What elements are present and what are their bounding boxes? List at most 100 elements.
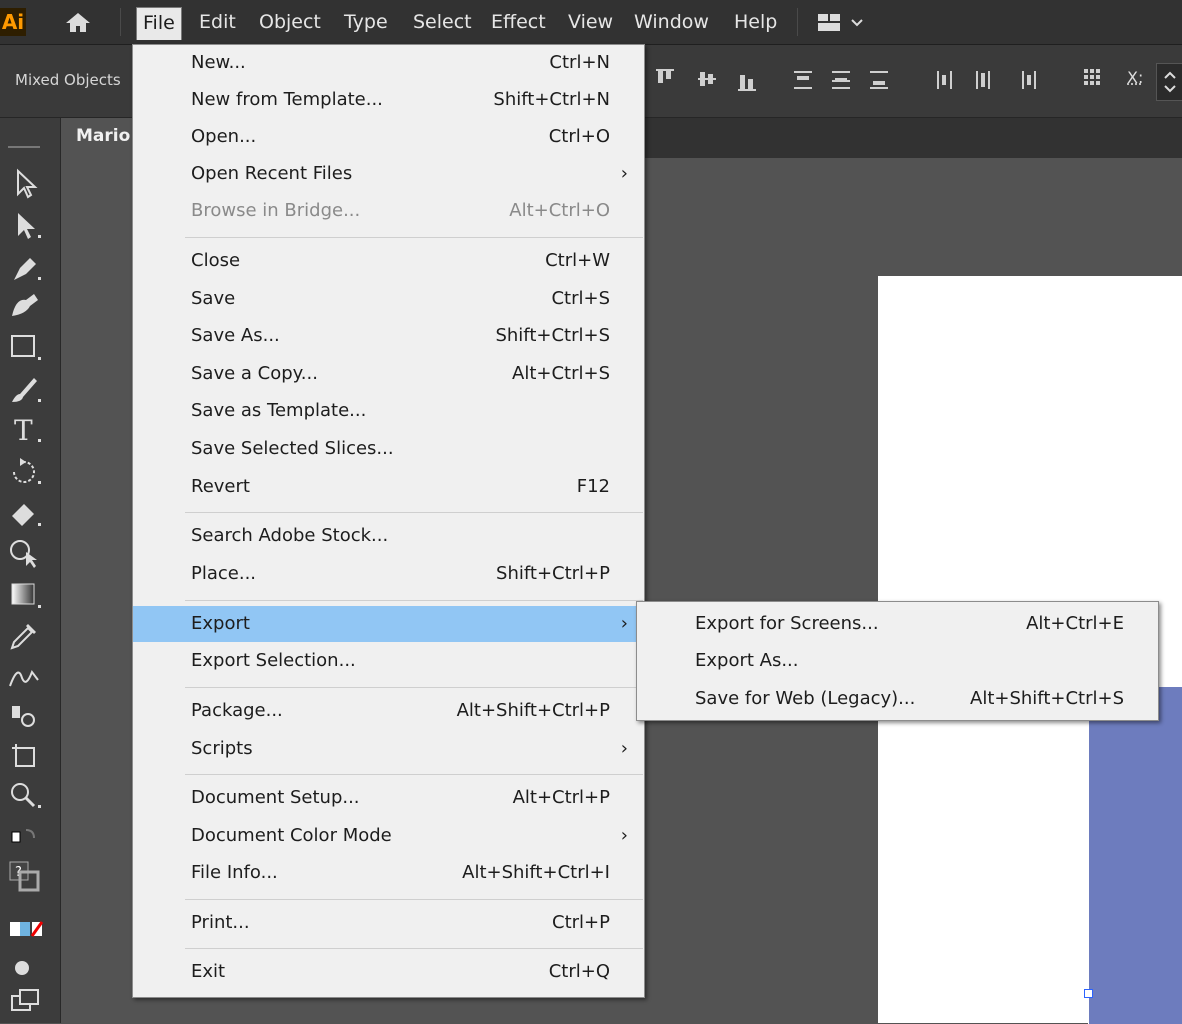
submenu-arrow-icon: › bbox=[620, 163, 628, 184]
submenu-arrow-icon: › bbox=[620, 613, 628, 634]
menu-item-revert[interactable]: Revert F12 bbox=[133, 469, 644, 505]
menu-item-save-selected-slices[interactable]: Save Selected Slices... bbox=[133, 431, 644, 467]
menu-separator bbox=[185, 774, 643, 775]
menu-item-label: Export As... bbox=[695, 650, 799, 671]
workspace-switcher-button[interactable] bbox=[812, 10, 878, 36]
menu-item-save[interactable]: Save Ctrl+S bbox=[133, 281, 644, 317]
menu-item-document-setup[interactable]: Document Setup... Alt+Ctrl+P bbox=[133, 780, 644, 816]
menu-item-label: Package... bbox=[191, 700, 283, 721]
swap-fill-stroke-icon[interactable] bbox=[6, 822, 46, 856]
gradient-tool-icon[interactable] bbox=[6, 578, 46, 612]
paintbrush-tool-icon[interactable] bbox=[6, 372, 46, 406]
artboard-tool-icon[interactable] bbox=[6, 738, 46, 772]
type-tool-icon[interactable]: T bbox=[6, 412, 46, 447]
menu-item-export[interactable]: Export › bbox=[133, 606, 644, 642]
submenu-item-save-for-web[interactable]: Save for Web (Legacy)... Alt+Shift+Ctrl+… bbox=[637, 681, 1158, 717]
menu-item-shortcut: Alt+Ctrl+E bbox=[1026, 613, 1124, 634]
panel-grip-icon[interactable] bbox=[6, 126, 42, 150]
menu-window[interactable]: Window bbox=[628, 7, 715, 37]
menu-item-label: Save As... bbox=[191, 325, 280, 346]
eyedropper-tool-icon[interactable] bbox=[6, 618, 46, 652]
menu-item-label: Exit bbox=[191, 961, 226, 982]
menu-item-label: Save Selected Slices... bbox=[191, 438, 394, 459]
menu-item-new[interactable]: New... Ctrl+N bbox=[133, 45, 644, 81]
menu-item-print[interactable]: Print... Ctrl+P bbox=[133, 905, 644, 941]
menu-item-shortcut: Ctrl+N bbox=[549, 52, 610, 73]
menu-separator bbox=[185, 237, 643, 238]
menu-edit[interactable]: Edit bbox=[193, 7, 242, 37]
color-mode-icons[interactable] bbox=[6, 914, 46, 948]
menu-item-shortcut: Alt+Ctrl+O bbox=[509, 200, 610, 221]
menu-item-shortcut: Ctrl+P bbox=[552, 912, 610, 933]
x-value-stepper[interactable] bbox=[1156, 63, 1182, 101]
blend-tool-icon[interactable] bbox=[6, 658, 46, 692]
menu-help[interactable]: Help bbox=[728, 7, 783, 37]
submenu-item-export-as[interactable]: Export As... bbox=[637, 643, 1158, 679]
direct-selection-tool-icon[interactable] bbox=[6, 208, 46, 242]
menu-effect[interactable]: Effect bbox=[485, 7, 552, 37]
symbol-sprayer-tool-icon[interactable] bbox=[6, 698, 46, 732]
menu-item-place[interactable]: Place... Shift+Ctrl+P bbox=[133, 556, 644, 592]
menu-type[interactable]: Type bbox=[338, 7, 394, 37]
menu-object[interactable]: Object bbox=[253, 7, 327, 37]
menu-item-open[interactable]: Open... Ctrl+O bbox=[133, 119, 644, 155]
menu-item-scripts[interactable]: Scripts › bbox=[133, 731, 644, 767]
menu-item-shortcut: F12 bbox=[576, 476, 610, 497]
selection-type-label: Mixed Objects bbox=[15, 71, 121, 89]
menu-separator bbox=[185, 512, 643, 513]
menu-file[interactable]: File bbox=[136, 7, 182, 40]
menu-item-label: Browse in Bridge... bbox=[191, 200, 361, 221]
menu-item-label: Document Setup... bbox=[191, 787, 360, 808]
home-icon[interactable] bbox=[62, 10, 94, 34]
selection-tool-icon[interactable] bbox=[6, 166, 46, 200]
menu-item-shortcut: Shift+Ctrl+N bbox=[493, 89, 610, 110]
menu-separator bbox=[185, 600, 643, 601]
menu-item-label: Save for Web (Legacy)... bbox=[695, 688, 916, 709]
menu-item-label: Scripts bbox=[191, 738, 253, 759]
menu-item-package[interactable]: Package... Alt+Shift+Ctrl+P bbox=[133, 693, 644, 729]
menu-view[interactable]: View bbox=[562, 7, 619, 37]
submenu-item-export-for-screens[interactable]: Export for Screens... Alt+Ctrl+E bbox=[637, 606, 1158, 642]
menu-select[interactable]: Select bbox=[407, 7, 478, 37]
selected-shape[interactable] bbox=[1088, 686, 1182, 1024]
menu-item-label: Export bbox=[191, 613, 250, 634]
menu-item-export-selection[interactable]: Export Selection... bbox=[133, 643, 644, 679]
pen-tool-icon[interactable] bbox=[6, 250, 46, 284]
x-coordinate-label: X: bbox=[1127, 68, 1144, 87]
menubar-separator bbox=[120, 8, 121, 36]
menu-item-exit[interactable]: Exit Ctrl+Q bbox=[133, 954, 644, 990]
rotate-tool-icon[interactable] bbox=[6, 454, 46, 488]
shape-builder-tool-icon[interactable] bbox=[6, 536, 46, 570]
menu-item-new-from-template[interactable]: New from Template... Shift+Ctrl+N bbox=[133, 82, 644, 118]
screen-mode-icon[interactable] bbox=[6, 986, 46, 1020]
menu-item-shortcut: Ctrl+O bbox=[548, 126, 610, 147]
rectangle-tool-icon[interactable] bbox=[6, 330, 46, 364]
menu-item-search-adobe-stock[interactable]: Search Adobe Stock... bbox=[133, 518, 644, 554]
menu-item-label: File Info... bbox=[191, 862, 278, 883]
menu-item-shortcut: Ctrl+Q bbox=[548, 961, 610, 982]
menu-item-open-recent-files[interactable]: Open Recent Files › bbox=[133, 156, 644, 192]
anchor-point-handle[interactable] bbox=[1084, 989, 1093, 998]
menu-item-save-a-copy[interactable]: Save a Copy... Alt+Ctrl+S bbox=[133, 356, 644, 392]
zoom-tool-icon[interactable] bbox=[6, 778, 46, 812]
menu-item-close[interactable]: Close Ctrl+W bbox=[133, 243, 644, 279]
tools-panel: T ? bbox=[0, 118, 61, 1023]
export-submenu: Export for Screens... Alt+Ctrl+E Export … bbox=[636, 601, 1159, 721]
menu-item-label: Search Adobe Stock... bbox=[191, 525, 389, 546]
menu-item-shortcut: Alt+Ctrl+S bbox=[512, 363, 610, 384]
fill-stroke-swatch-icon[interactable]: ? bbox=[6, 860, 46, 894]
svg-text:T: T bbox=[14, 414, 33, 446]
curvature-tool-icon[interactable] bbox=[6, 288, 46, 322]
menu-item-save-as-template[interactable]: Save as Template... bbox=[133, 393, 644, 429]
menu-item-shortcut: Ctrl+W bbox=[545, 250, 610, 271]
drawing-mode-icon[interactable] bbox=[6, 952, 46, 986]
submenu-arrow-icon: › bbox=[620, 825, 628, 846]
menu-item-file-info[interactable]: File Info... Alt+Shift+Ctrl+I bbox=[133, 855, 644, 891]
menu-separator bbox=[185, 899, 643, 900]
menu-item-document-color-mode[interactable]: Document Color Mode › bbox=[133, 818, 644, 854]
menu-item-shortcut: Alt+Shift+Ctrl+S bbox=[970, 688, 1124, 709]
eraser-tool-icon[interactable] bbox=[6, 496, 46, 530]
menu-item-save-as[interactable]: Save As... Shift+Ctrl+S bbox=[133, 318, 644, 354]
menu-item-shortcut: Shift+Ctrl+P bbox=[496, 563, 610, 584]
menu-item-shortcut: Shift+Ctrl+S bbox=[495, 325, 610, 346]
